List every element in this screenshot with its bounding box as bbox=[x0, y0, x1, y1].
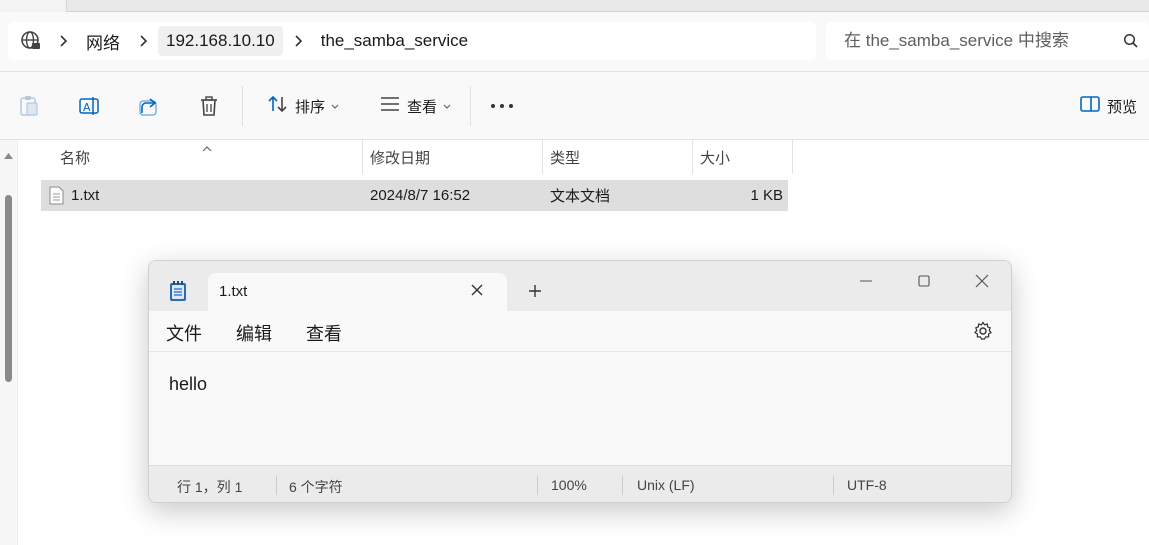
scrollbar-thumb[interactable] bbox=[5, 195, 12, 382]
rename-icon[interactable]: A bbox=[74, 88, 104, 124]
menu-file[interactable]: 文件 bbox=[166, 320, 202, 346]
delete-icon[interactable] bbox=[194, 88, 224, 124]
minimize-icon[interactable] bbox=[843, 271, 889, 291]
vertical-scrollbar[interactable] bbox=[0, 140, 18, 545]
chevron-down-icon bbox=[331, 97, 339, 115]
sort-icon bbox=[267, 95, 289, 118]
explorer-tab-strip bbox=[66, 0, 1149, 12]
status-line-ending: Unix (LF) bbox=[637, 477, 695, 493]
address-bar[interactable]: 网络 192.168.10.10 the_samba_service bbox=[8, 22, 816, 60]
sort-button[interactable]: 排序 bbox=[258, 88, 348, 124]
preview-pane-button[interactable]: 预览 bbox=[1075, 88, 1141, 124]
status-encoding: UTF-8 bbox=[847, 477, 887, 493]
status-divider bbox=[833, 476, 834, 495]
column-header-size[interactable]: 大小 bbox=[700, 140, 790, 174]
editor-text[interactable]: hello bbox=[169, 374, 207, 395]
close-window-icon[interactable] bbox=[959, 271, 1005, 291]
column-header-name[interactable]: 名称 bbox=[60, 140, 360, 174]
preview-label: 预览 bbox=[1106, 98, 1137, 116]
network-globe-icon[interactable] bbox=[14, 22, 48, 60]
file-size: 1 KB bbox=[750, 187, 783, 204]
column-divider[interactable] bbox=[692, 140, 693, 174]
column-header-type[interactable]: 类型 bbox=[550, 140, 690, 174]
file-type: 文本文档 bbox=[550, 188, 611, 205]
breadcrumb-chevron-icon[interactable] bbox=[283, 35, 313, 47]
breadcrumb-chevron-icon[interactable] bbox=[48, 35, 78, 47]
search-icon[interactable] bbox=[1123, 33, 1139, 54]
breadcrumb-share[interactable]: the_samba_service bbox=[313, 26, 476, 56]
status-divider bbox=[276, 476, 277, 495]
notepad-titlebar[interactable]: 1.txt bbox=[149, 261, 1011, 311]
more-options-icon[interactable] bbox=[484, 88, 520, 124]
share-icon[interactable] bbox=[134, 88, 164, 124]
search-input[interactable] bbox=[844, 31, 1114, 51]
file-name[interactable]: 1.txt bbox=[71, 180, 99, 211]
sort-label: 排序 bbox=[294, 98, 325, 116]
status-divider bbox=[537, 476, 538, 495]
view-button[interactable]: 查看 bbox=[370, 88, 460, 124]
address-row: 网络 192.168.10.10 the_samba_service bbox=[0, 12, 1149, 72]
breadcrumb-host[interactable]: 192.168.10.10 bbox=[158, 26, 283, 56]
view-label: 查看 bbox=[406, 98, 437, 116]
breadcrumb-network[interactable]: 网络 bbox=[78, 26, 128, 56]
settings-gear-icon[interactable] bbox=[973, 321, 993, 346]
status-cursor-position: 行 1，列 1 bbox=[177, 479, 243, 495]
paste-icon[interactable] bbox=[14, 88, 44, 124]
notepad-window: 1.txt 文件 编辑 查看 hello 行 1，列 1 6 个字符 100% … bbox=[148, 260, 1012, 503]
status-divider bbox=[622, 476, 623, 495]
menu-view[interactable]: 查看 bbox=[306, 320, 342, 346]
column-divider[interactable] bbox=[362, 140, 363, 174]
status-char-count: 6 个字符 bbox=[289, 479, 343, 495]
command-bar: A 排序 查看 预览 bbox=[0, 72, 1149, 140]
notepad-statusbar: 行 1，列 1 6 个字符 100% Unix (LF) UTF-8 bbox=[149, 465, 1011, 502]
search-box[interactable] bbox=[826, 22, 1149, 60]
notepad-editor[interactable]: hello bbox=[149, 352, 1011, 465]
status-zoom[interactable]: 100% bbox=[551, 477, 587, 493]
scroll-up-icon[interactable] bbox=[4, 146, 13, 164]
close-tab-icon[interactable] bbox=[470, 283, 484, 302]
breadcrumb-chevron-icon[interactable] bbox=[128, 35, 158, 47]
toolbar-divider bbox=[470, 86, 471, 126]
preview-pane-icon bbox=[1079, 95, 1101, 118]
new-tab-plus-icon[interactable] bbox=[527, 283, 543, 304]
view-list-icon bbox=[379, 96, 401, 117]
notepad-app-icon bbox=[169, 280, 187, 307]
text-file-icon bbox=[49, 186, 64, 210]
column-header-modified[interactable]: 修改日期 bbox=[370, 140, 540, 174]
notepad-tab[interactable]: 1.txt bbox=[208, 273, 507, 311]
file-modified: 2024/8/7 16:52 bbox=[370, 187, 471, 204]
toolbar-divider bbox=[242, 86, 243, 126]
column-divider[interactable] bbox=[792, 140, 793, 174]
column-divider[interactable] bbox=[542, 140, 543, 174]
notepad-menubar: 文件 编辑 查看 bbox=[149, 311, 1011, 352]
chevron-down-icon bbox=[443, 97, 451, 115]
svg-text:A: A bbox=[83, 101, 91, 114]
notepad-tab-title: 1.txt bbox=[219, 283, 248, 300]
menu-edit[interactable]: 编辑 bbox=[236, 320, 272, 346]
table-row[interactable]: 1.txt 2024/8/7 16:52 文本文档 1 KB bbox=[41, 180, 788, 211]
maximize-icon[interactable] bbox=[901, 271, 947, 291]
window-top-strip bbox=[0, 0, 1149, 12]
